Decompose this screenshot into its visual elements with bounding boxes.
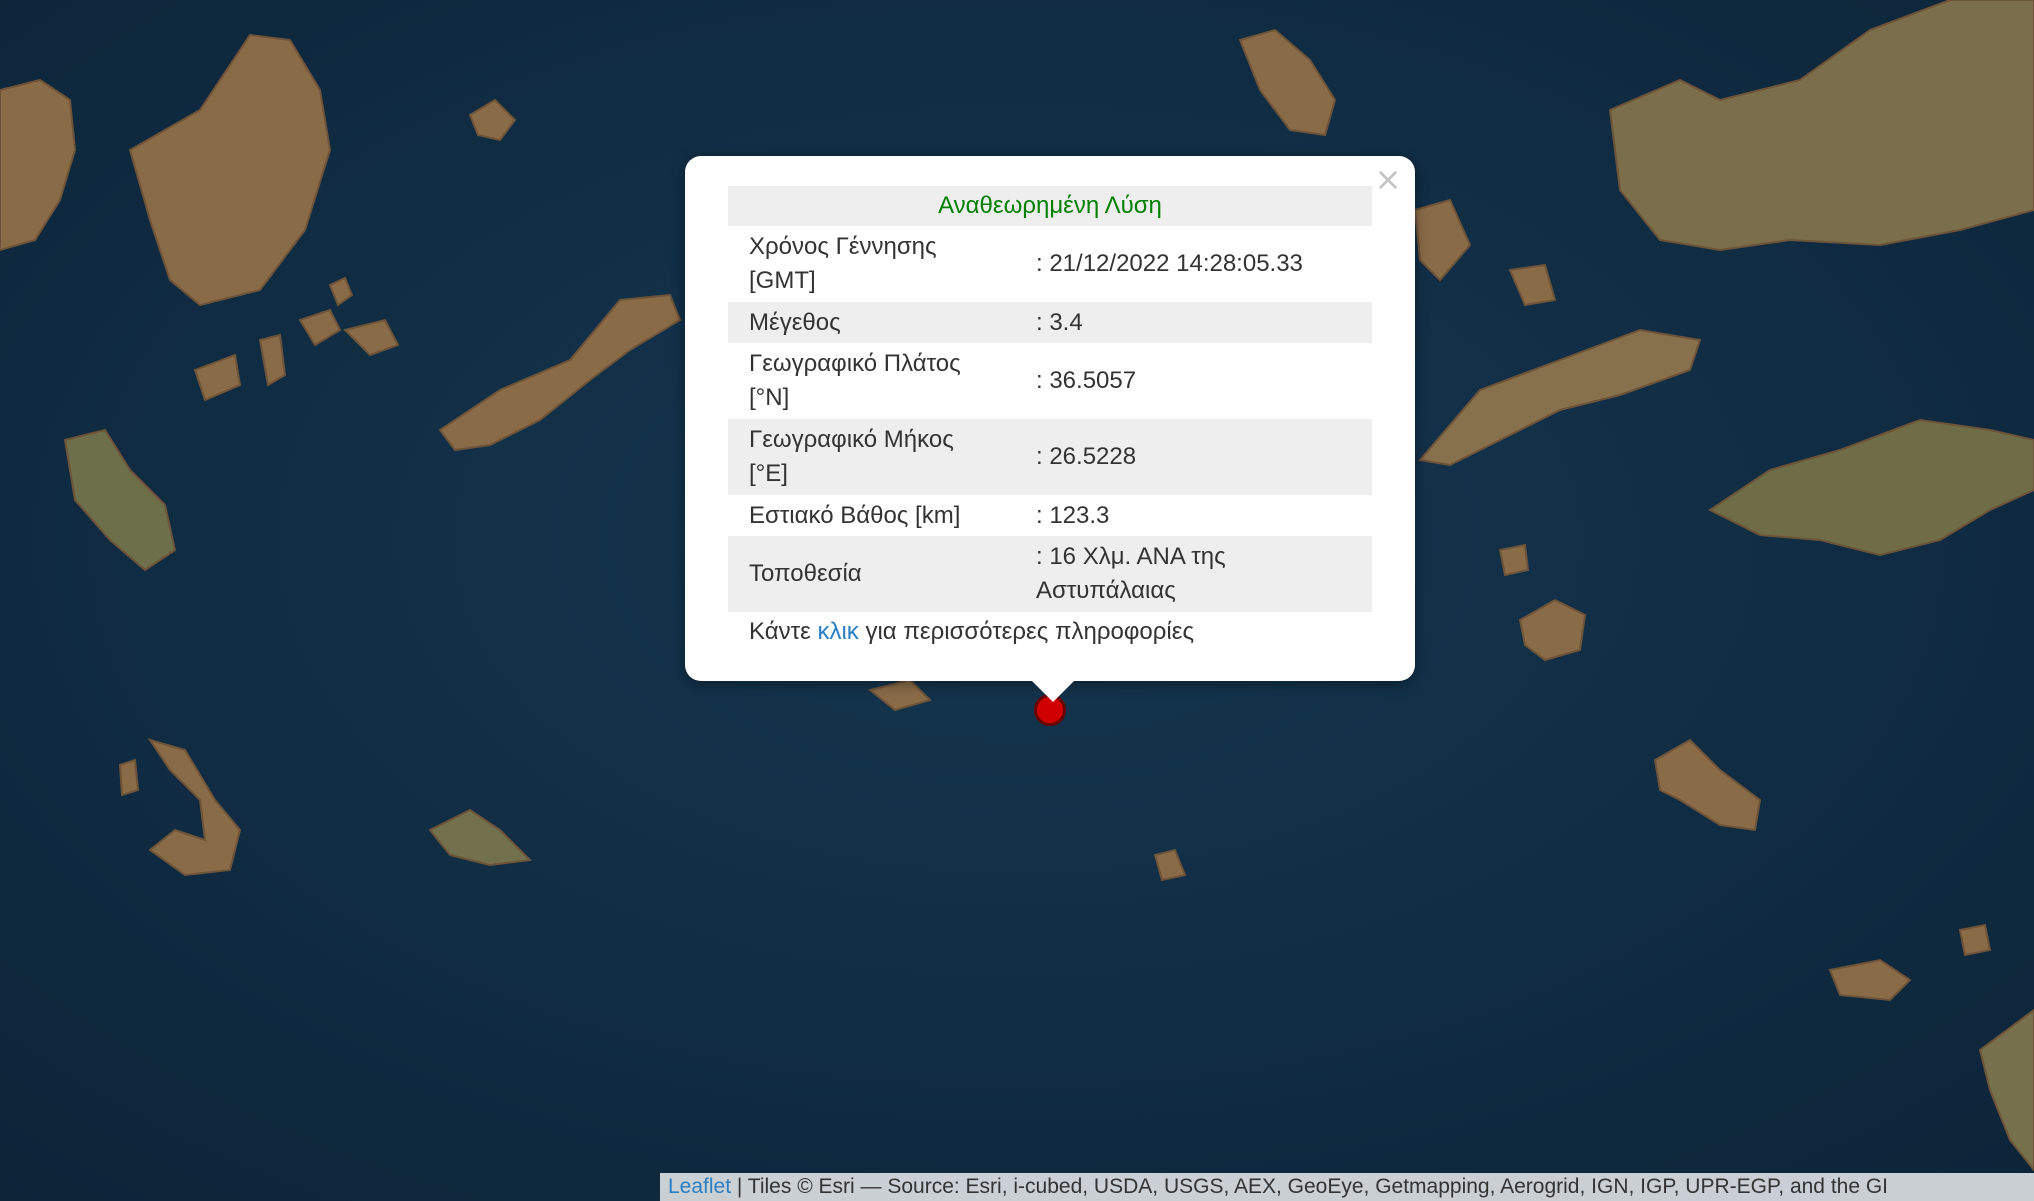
- popup-close-button[interactable]: ×: [1373, 163, 1403, 195]
- table-row: Γεωγραφικό Μήκος [°E] : 26.5228: [728, 419, 1372, 495]
- more-info-link[interactable]: κλικ: [817, 618, 858, 645]
- popup-title-row: Αναθεωρημένη Λύση: [728, 186, 1372, 226]
- attribution-text: | Tiles © Esri — Source: Esri, i-cubed, …: [731, 1175, 1889, 1198]
- row-label: Γεωγραφικό Πλάτος [°N]: [749, 350, 961, 411]
- row-label: Μέγεθος: [728, 302, 1015, 343]
- table-row: Χρόνος Γέννησης [GMT] : 21/12/2022 14:28…: [728, 226, 1372, 302]
- map-attribution: Leaflet | Tiles © Esri — Source: Esri, i…: [660, 1173, 2034, 1201]
- table-row: Γεωγραφικό Πλάτος [°N] : 36.5057: [728, 343, 1372, 419]
- island-therasia: [118, 758, 140, 797]
- island-small-r4: [1958, 923, 1992, 957]
- popup-content: Αναθεωρημένη Λύση Χρόνος Γέννησης [GMT] …: [728, 186, 1372, 649]
- row-value: : 21/12/2022 14:28:05.33: [1036, 250, 1303, 277]
- island-small-r2: [1498, 543, 1530, 577]
- more-info-suffix: για περισσότερες πληροφορίες: [858, 618, 1195, 645]
- leaflet-link[interactable]: Leaflet: [668, 1175, 731, 1198]
- row-label: Τοποθεσία: [728, 536, 1015, 612]
- table-row: Εστιακό Βάθος [km] : 123.3: [728, 495, 1372, 536]
- table-row: Μέγεθος : 3.4: [728, 302, 1372, 343]
- earthquake-popup: × Αναθεωρημένη Λύση Χρόνος Γέννησης [GMT…: [685, 156, 1415, 681]
- row-label: Εστιακό Βάθος [km]: [749, 501, 961, 529]
- popup-title: Αναθεωρημένη Λύση: [728, 186, 1372, 226]
- more-info-prefix: Κάντε: [749, 618, 818, 645]
- row-value: : 123.3: [1036, 501, 1110, 529]
- row-value: : 16 Χλμ. ΑΝΑ της Αστυπάλαιας: [1015, 536, 1372, 612]
- row-label: Χρόνος Γέννησης [GMT]: [749, 233, 937, 294]
- earthquake-info-table: Αναθεωρημένη Λύση Χρόνος Γέννησης [GMT] …: [728, 186, 1372, 612]
- row-value: : 36.5057: [1036, 367, 1137, 394]
- row-value: : 26.5228: [1015, 419, 1372, 495]
- popup-tip: [1031, 680, 1075, 702]
- row-label: Γεωγραφικό Μήκος [°E]: [728, 419, 1015, 495]
- row-value: : 3.4: [1015, 302, 1372, 343]
- table-row: Τοποθεσία : 16 Χλμ. ΑΝΑ της Αστυπάλαιας: [728, 536, 1372, 612]
- more-info-text: Κάντε κλικ για περισσότερες πληροφορίες: [728, 612, 1372, 649]
